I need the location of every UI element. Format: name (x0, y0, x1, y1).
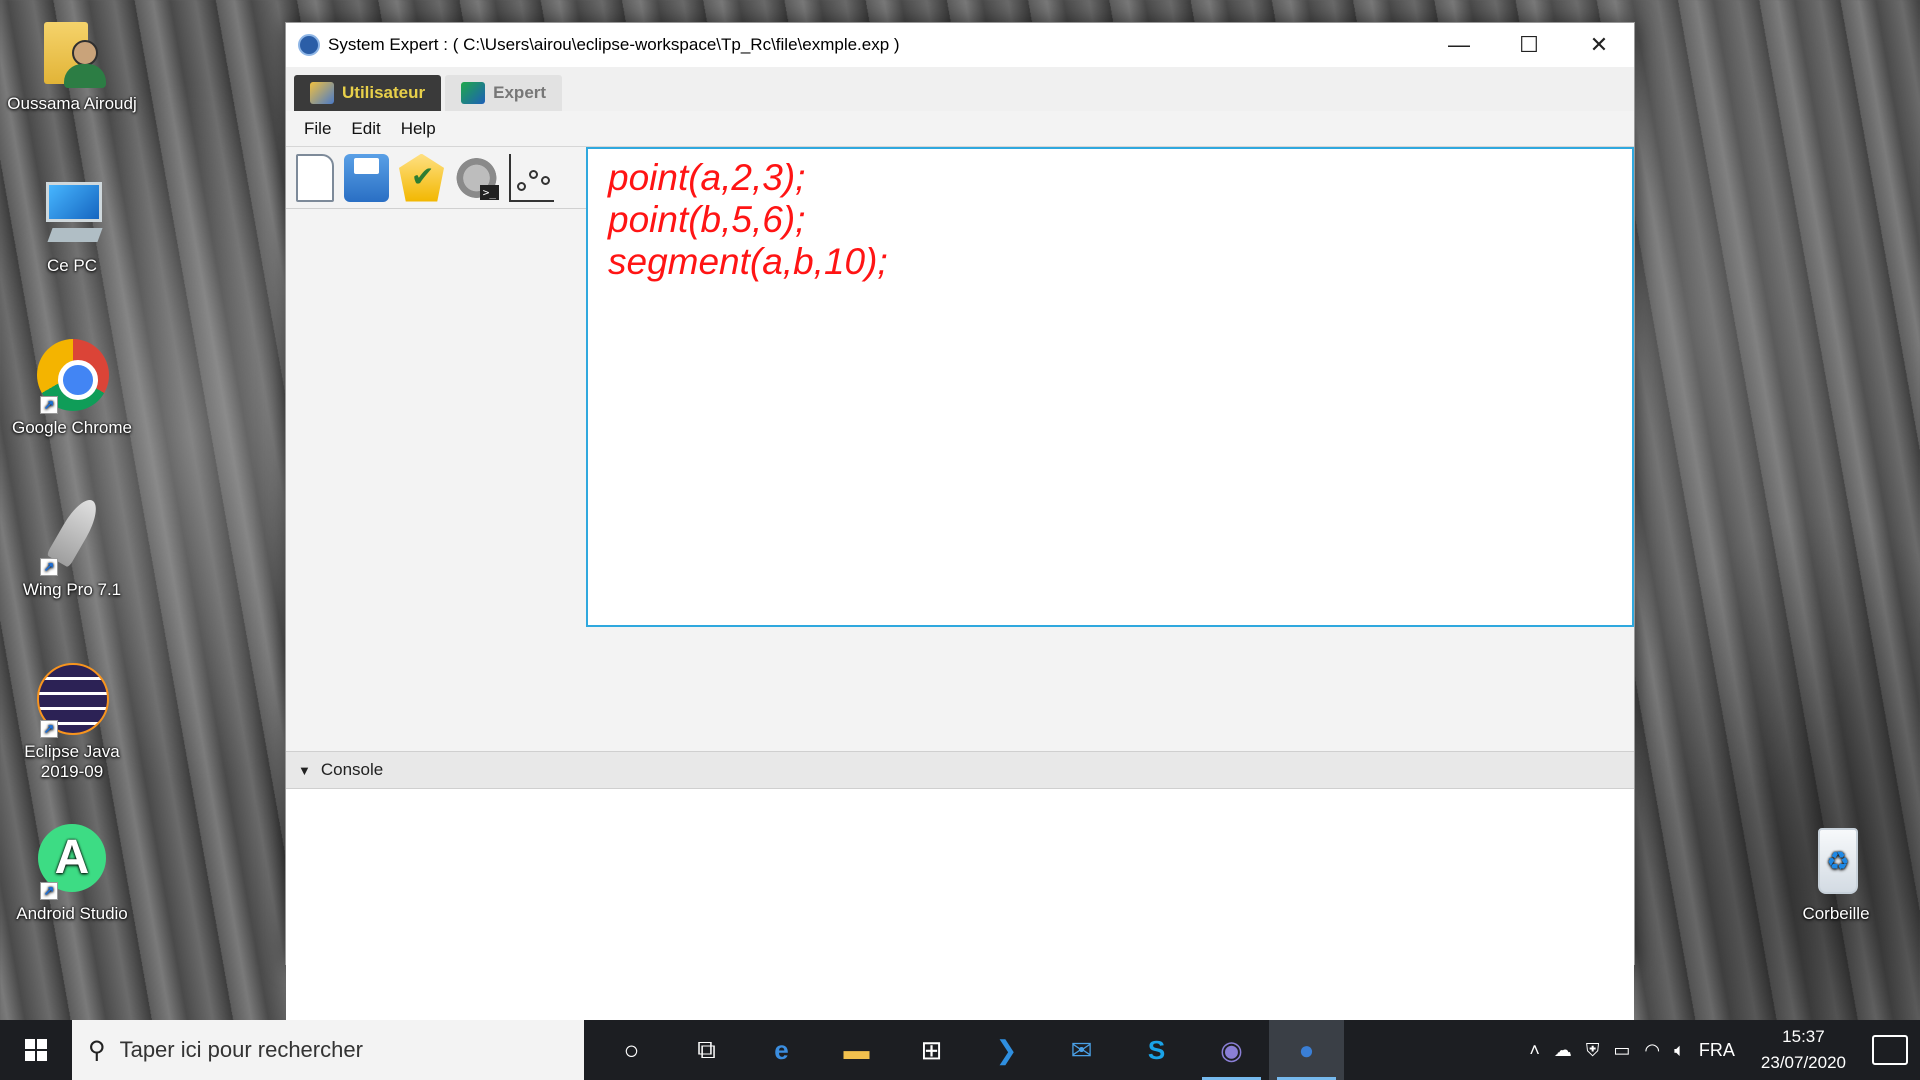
tab-expert[interactable]: Expert (445, 75, 563, 111)
tab-utilisateur[interactable]: Utilisateur (294, 75, 442, 111)
clock[interactable]: 15:37 23/07/2020 (1761, 1024, 1846, 1076)
volume-icon[interactable]: 🔈︎ (1674, 1040, 1685, 1061)
android-studio-icon: ↗ (32, 820, 112, 900)
clock-time: 15:37 (1782, 1027, 1825, 1046)
console-label: Console (320, 760, 384, 779)
chevron-up-icon[interactable]: ˄ (1529, 1040, 1540, 1061)
desktop-icon-label: Google Chrome (11, 418, 132, 437)
eclipse-icon[interactable]: ◉ (1194, 1020, 1269, 1080)
desktop-icon-label: Corbeille (1802, 904, 1870, 923)
vscode-icon[interactable]: ❯ (969, 1020, 1044, 1080)
desktop-icon-this-pc[interactable]: Ce PC (2, 172, 142, 276)
workspace: point(a,2,3); point(b,5,6); segment(a,b,… (286, 147, 1634, 1080)
computer-icon (32, 172, 112, 252)
run-console-icon[interactable] (454, 153, 499, 202)
save-icon[interactable] (344, 153, 389, 202)
new-file-icon[interactable] (296, 153, 334, 202)
desktop-icon-chrome[interactable]: ↗ Google Chrome (2, 334, 142, 438)
desktop-icon-eclipse[interactable]: ↗ Eclipse Java 2019-09 (2, 658, 142, 782)
skype-icon[interactable]: S (1119, 1020, 1194, 1080)
menu-file[interactable]: File (304, 119, 331, 139)
system-expert-icon[interactable]: ● (1269, 1020, 1344, 1080)
edge-icon[interactable]: e (744, 1020, 819, 1080)
expert-icon (461, 82, 486, 104)
tab-label: Utilisateur (342, 83, 426, 102)
task-view-icon[interactable]: ⧉ (669, 1020, 744, 1080)
desktop-icon-wing[interactable]: ↗ Wing Pro 7.1 (2, 494, 142, 600)
code-line: point(a,2,3); (608, 157, 806, 198)
desktop-icon-label: Ce PC (46, 256, 98, 275)
users-icon (310, 82, 334, 104)
cortana-icon[interactable]: ○ (594, 1020, 669, 1080)
store-icon[interactable]: ⊞ (894, 1020, 969, 1080)
left-panel (286, 209, 586, 651)
system-tray: ˄ ☁ ⛨ ▭ ◠ 🔈︎ FRA 15:37 23/07/2020 (1529, 1020, 1920, 1080)
wing-icon: ↗ (32, 494, 112, 576)
system-expert-window: System Expert : ( C:\Users\airou\eclipse… (285, 22, 1635, 1080)
mode-tabs: Utilisateur Expert (286, 67, 1634, 111)
eclipse-icon: ↗ (32, 658, 112, 738)
chrome-icon: ↗ (32, 334, 112, 414)
title-bar[interactable]: System Expert : ( C:\Users\airou\eclipse… (286, 23, 1634, 67)
minimize-button[interactable]: — (1424, 23, 1494, 67)
close-button[interactable]: ✕ (1564, 23, 1634, 67)
tab-label: Expert (493, 83, 547, 102)
onedrive-icon[interactable]: ☁ (1554, 1040, 1572, 1061)
collapse-arrow-icon[interactable]: ▼ (298, 763, 311, 778)
code-line: segment(a,b,10); (608, 241, 888, 282)
desktop-icon-recycle-bin[interactable]: Corbeille (1766, 820, 1906, 924)
battery-icon[interactable]: ▭ (1613, 1040, 1630, 1061)
desktop-icon-label: Oussama Airoudj (7, 94, 137, 113)
menu-edit[interactable]: Edit (351, 119, 380, 139)
code-editor[interactable]: point(a,2,3); point(b,5,6); segment(a,b,… (586, 147, 1634, 627)
code-line: point(b,5,6); (608, 199, 806, 240)
taskbar-apps: ○ ⧉ e ▬ ⊞ ❯ ✉ S ◉ ● (594, 1020, 1344, 1080)
taskbar: ⚲ Taper ici pour rechercher ○ ⧉ e ▬ ⊞ ❯ … (0, 1020, 1920, 1080)
language-indicator[interactable]: FRA (1699, 1040, 1735, 1061)
desktop-icon-label: Wing Pro 7.1 (22, 580, 122, 599)
security-icon[interactable]: ⛨ (1586, 1040, 1600, 1061)
wifi-icon[interactable]: ◠ (1644, 1040, 1660, 1061)
console-header[interactable]: ▼ Console (286, 751, 1634, 789)
user-folder-icon (32, 10, 112, 90)
app-icon (298, 34, 320, 56)
windows-logo-icon (25, 1039, 47, 1061)
start-button[interactable] (0, 1020, 72, 1080)
check-icon[interactable] (399, 153, 444, 202)
maximize-button[interactable]: ☐ (1494, 23, 1564, 67)
menu-help[interactable]: Help (401, 119, 436, 139)
taskbar-search[interactable]: ⚲ Taper ici pour rechercher (72, 1020, 584, 1080)
window-controls: — ☐ ✕ (1424, 23, 1634, 67)
graph-icon[interactable] (509, 153, 554, 202)
desktop-icon-label: Eclipse Java 2019-09 (24, 742, 120, 781)
desktop-icon-label: Android Studio (16, 904, 128, 923)
toolbar (286, 147, 586, 209)
recycle-bin-icon (1796, 820, 1876, 900)
desktop-icon-user-folder[interactable]: Oussama Airoudj (2, 10, 142, 114)
search-icon: ⚲ (88, 1036, 106, 1064)
window-title: System Expert : ( C:\Users\airou\eclipse… (328, 35, 900, 54)
desktop-icon-android-studio[interactable]: ↗ Android Studio (2, 820, 142, 924)
mail-icon[interactable]: ✉ (1044, 1020, 1119, 1080)
notification-center-icon[interactable] (1872, 1035, 1908, 1065)
menu-bar: File Edit Help (286, 111, 1634, 147)
search-placeholder: Taper ici pour rechercher (119, 1037, 363, 1062)
clock-date: 23/07/2020 (1760, 1053, 1846, 1072)
file-explorer-icon[interactable]: ▬ (819, 1020, 894, 1080)
